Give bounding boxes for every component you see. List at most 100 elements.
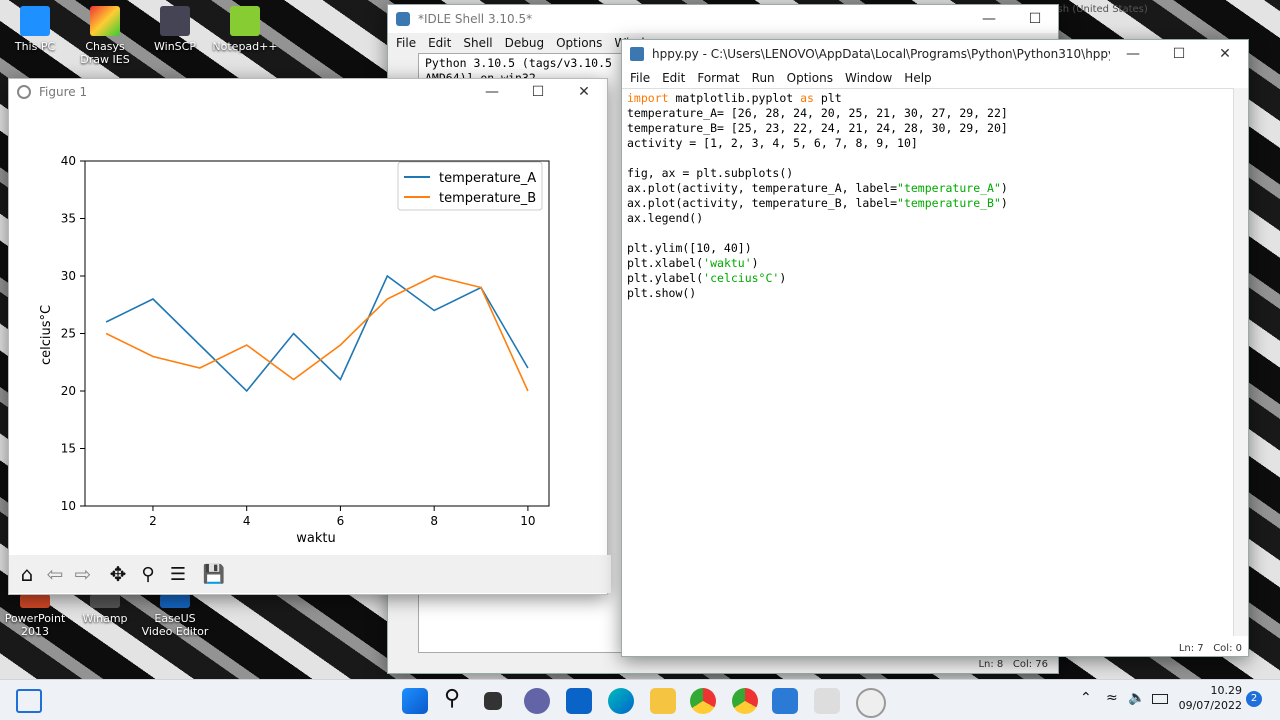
save-icon[interactable]: 💾 [199,564,229,585]
clock-time: 10.29 [1210,684,1243,697]
task-view-button[interactable] [484,692,502,710]
menu-options[interactable]: Options [781,71,839,85]
pan-icon[interactable]: ✥ [103,562,133,586]
close-button[interactable]: ✕ [1202,46,1248,62]
minimize-button[interactable]: — [469,84,515,100]
menu-debug[interactable]: Debug [499,36,550,50]
window-title: hppy.py - C:\Users\LENOVO\AppData\Local\… [652,47,1110,61]
home-icon[interactable]: ⌂ [13,562,41,586]
y-tick-label: 30 [61,269,76,283]
editor-window[interactable]: hppy.py - C:\Users\LENOVO\AppData\Local\… [621,39,1249,657]
menu-window[interactable]: Window [839,71,898,85]
window-title: *IDLE Shell 3.10.5* [418,12,533,26]
shell-status-bar: Ln: 8 Col: 76 [978,659,1048,670]
desktop-icon-notepadpp[interactable]: Notepad++ [210,6,280,53]
menu-file[interactable]: File [390,36,422,50]
desktop-icon-label: WinSCP [154,40,196,53]
desktop-icon-powerpoint[interactable]: PowerPoint 2013 [0,594,70,638]
y-tick-label: 10 [61,499,76,513]
figure-titlebar[interactable]: Figure 1 — ☐ ✕ [9,79,607,105]
desktop-icon-label: Notepad++ [212,40,278,53]
menu-edit[interactable]: Edit [422,36,457,50]
y-axis-label: celcius°C [39,305,54,365]
plot-area [84,160,550,507]
notification-badge[interactable]: 2 [1246,691,1262,707]
desktop-icon-winamp[interactable]: Winamp [70,594,140,625]
desktop-icon-label: Winamp [82,612,128,625]
maximize-button[interactable]: ☐ [1156,46,1202,62]
code-line: ax.plot(activity, temperature_B, label="… [627,196,1008,210]
zoom-icon[interactable]: ⚲ [133,564,163,585]
clock-date: 09/07/2022 [1178,699,1242,712]
menu-shell[interactable]: Shell [457,36,498,50]
menu-edit[interactable]: Edit [656,71,691,85]
matplotlib-figure-icon[interactable] [856,688,886,718]
legend-label-a: temperature_A [439,171,536,186]
desktop-icon-winscp[interactable]: WinSCP [140,6,210,53]
wifi-icon[interactable]: ≈ [1106,690,1118,706]
chrome-icon[interactable] [690,688,716,714]
menu-run[interactable]: Run [746,71,781,85]
menu-options[interactable]: Options [550,36,608,50]
status-line: Ln: 8 [978,659,1004,670]
x-tick-label: 6 [337,514,345,528]
x-tick-label: 2 [149,514,157,528]
menu-help[interactable]: Help [898,71,937,85]
y-tick-label: 25 [61,327,76,341]
close-button[interactable]: ✕ [561,84,607,100]
powerpoint-icon [20,594,50,608]
editor-scrollbar[interactable] [1233,88,1248,636]
code-editor[interactable]: import matplotlib.pyplot as plt temperat… [622,88,1237,639]
mail-icon[interactable] [566,688,592,714]
x-tick-label: 10 [520,514,535,528]
maximize-button[interactable]: ☐ [1012,11,1058,27]
idle-shell-titlebar[interactable]: *IDLE Shell 3.10.5* — ☐ [388,5,1058,33]
menu-file[interactable]: File [624,71,656,85]
idle-icon [396,12,410,26]
code-line: plt.xlabel('waktu') [627,256,759,270]
menu-format[interactable]: Format [691,71,745,85]
video-editor-icon [160,594,190,608]
edge-icon[interactable] [608,688,634,714]
code-line: plt.ylabel('celcius°C') [627,271,787,285]
configure-subplots-icon[interactable]: ☰ [163,564,193,585]
teams-chat-icon[interactable] [524,688,550,714]
winscp-icon [160,6,190,36]
minimize-button[interactable]: — [1110,46,1156,62]
x-tick-label: 4 [243,514,251,528]
task-view-icon[interactable] [16,689,42,713]
minimize-button[interactable]: — [966,11,1012,27]
status-line: Ln: 7 [1178,643,1204,654]
start-button[interactable] [402,688,428,714]
code-line: activity = [1, 2, 3, 4, 5, 6, 7, 8, 9, 1… [627,136,918,150]
python-file-icon [630,47,644,61]
figure-window[interactable]: Figure 1 — ☐ ✕ 2 4 6 8 10 10 15 20 25 30 35 40 wakt… [8,78,611,595]
desktop-icon-label: PowerPoint 2013 [4,612,66,638]
chrome-profile-icon[interactable] [732,688,758,714]
python-idle-icon[interactable] [814,688,840,714]
computer-icon [20,6,50,36]
vscode-icon[interactable] [772,688,798,714]
maximize-button[interactable]: ☐ [515,84,561,100]
clock[interactable]: 10.29 09/07/2022 [1178,683,1242,713]
desktop-icon-easeus[interactable]: EaseUS Video Editor [140,594,210,638]
status-col: Col: 0 [1213,643,1242,654]
battery-icon[interactable] [1152,694,1168,704]
desktop-icon-chasys[interactable]: Chasys Draw IES [70,6,140,66]
desktop-icon-this-pc[interactable]: This PC [0,6,70,53]
line-chart: 2 4 6 8 10 10 15 20 25 30 35 40 waktu celcius°C tem… [9,105,607,555]
editor-menubar: File Edit Format Run Options Window Help [622,68,1248,88]
file-explorer-icon[interactable] [650,688,676,714]
taskbar: ⚲ ⌃ ≈ 🔈 10.29 09/07/2022 2 [0,679,1280,720]
search-icon[interactable]: ⚲ [444,686,460,711]
volume-icon[interactable]: 🔈 [1128,690,1145,706]
desktop-icon-label: This PC [14,40,56,53]
chart-legend: temperature_A temperature_B [397,161,543,211]
forward-arrow-icon[interactable]: ⇨ [69,562,97,586]
code-line: plt.show() [627,286,697,300]
back-arrow-icon[interactable]: ⇦ [41,562,69,586]
legend-label-b: temperature_B [439,191,536,206]
editor-titlebar[interactable]: hppy.py - C:\Users\LENOVO\AppData\Local\… [622,40,1248,68]
code-line: fig, ax = plt.subplots() [627,166,794,180]
chevron-up-icon[interactable]: ⌃ [1080,690,1092,706]
